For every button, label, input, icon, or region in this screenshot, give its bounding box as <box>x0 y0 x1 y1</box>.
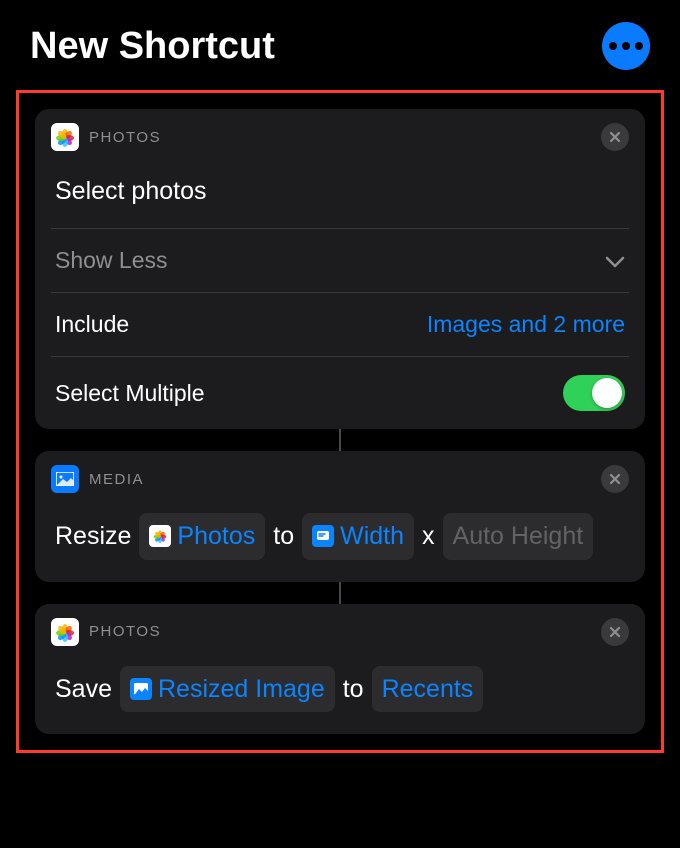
show-less-label: Show Less <box>55 247 168 274</box>
action-card-select-photos[interactable]: PHOTOS Select photos Show Less Include I… <box>35 109 645 429</box>
connector-line <box>339 429 341 451</box>
resize-verb: Resize <box>55 515 131 558</box>
recents-album-token[interactable]: Recents <box>372 666 484 713</box>
remove-action-button[interactable] <box>601 465 629 493</box>
auto-height-token[interactable]: Auto Height <box>443 513 594 560</box>
include-label: Include <box>55 311 129 338</box>
media-app-icon <box>51 465 79 493</box>
workflow-container: PHOTOS Select photos Show Less Include I… <box>16 90 664 753</box>
close-icon <box>608 130 622 144</box>
connector-line <box>339 582 341 604</box>
photos-app-icon <box>51 123 79 151</box>
close-icon <box>608 625 622 639</box>
include-value[interactable]: Images and 2 more <box>427 311 625 338</box>
auto-height-label: Auto Height <box>453 515 584 558</box>
photos-variable-token[interactable]: Photos <box>139 513 265 560</box>
action-card-save[interactable]: PHOTOS Save Resized Image to Recents <box>35 604 645 735</box>
more-options-button[interactable] <box>602 22 650 70</box>
select-multiple-toggle[interactable] <box>563 375 625 411</box>
to-word: to <box>343 668 364 711</box>
save-verb: Save <box>55 668 112 711</box>
resized-image-label: Resized Image <box>158 668 325 711</box>
action-app-label: PHOTOS <box>89 623 601 640</box>
show-less-row[interactable]: Show Less <box>35 229 645 292</box>
ellipsis-icon <box>609 42 617 50</box>
page-title: New Shortcut <box>30 25 275 68</box>
action-card-resize[interactable]: MEDIA Resize <box>35 451 645 582</box>
remove-action-button[interactable] <box>601 123 629 151</box>
remove-action-button[interactable] <box>601 618 629 646</box>
photos-app-icon <box>51 618 79 646</box>
close-icon <box>608 472 622 486</box>
action-app-label: MEDIA <box>89 471 601 488</box>
recents-album-label: Recents <box>382 668 474 711</box>
select-multiple-row: Select Multiple <box>35 357 645 429</box>
photos-variable-label: Photos <box>177 515 255 558</box>
action-app-label: PHOTOS <box>89 129 601 146</box>
image-icon <box>130 678 152 700</box>
photos-icon <box>149 525 171 547</box>
include-row[interactable]: Include Images and 2 more <box>35 293 645 356</box>
width-variable-label: Width <box>340 515 404 558</box>
action-title: Select photos <box>55 177 625 206</box>
x-separator: x <box>422 515 435 558</box>
chevron-down-icon <box>605 247 625 274</box>
to-word: to <box>273 515 294 558</box>
width-variable-token[interactable]: Width <box>302 513 414 560</box>
select-multiple-label: Select Multiple <box>55 380 205 407</box>
ask-prompt-icon <box>312 525 334 547</box>
resized-image-token[interactable]: Resized Image <box>120 666 335 713</box>
